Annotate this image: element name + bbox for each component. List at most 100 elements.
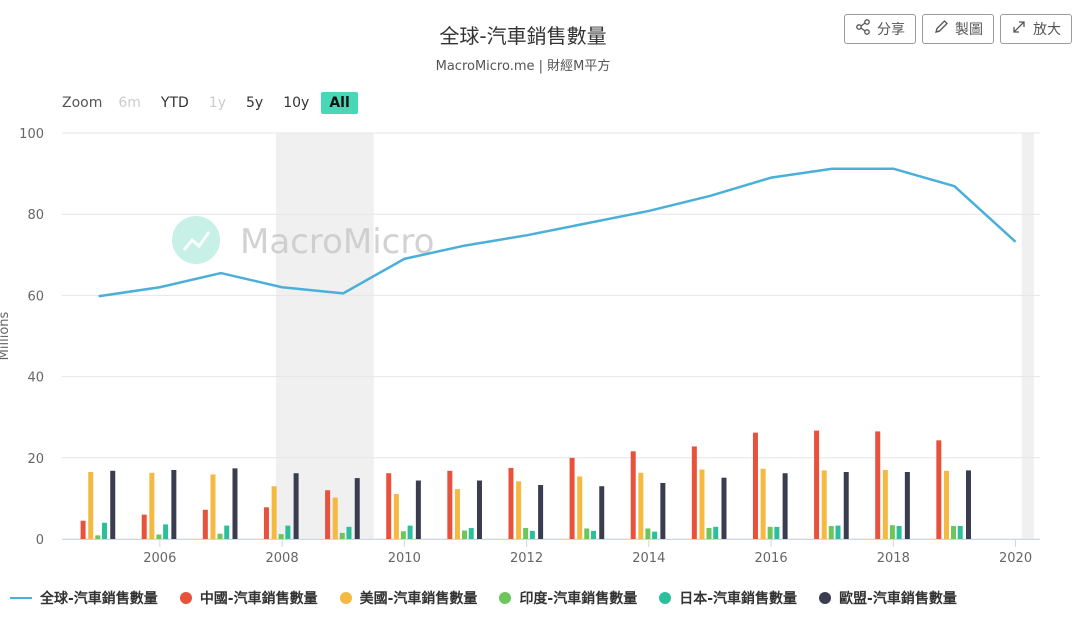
bar-4 bbox=[835, 525, 841, 539]
legend-dot-icon bbox=[659, 592, 672, 604]
bar-3 bbox=[889, 525, 895, 539]
watermark-text: MacroMicro bbox=[240, 222, 434, 262]
legend-item[interactable]: 美國-汽車銷售數量 bbox=[339, 588, 478, 608]
bar-3 bbox=[951, 526, 957, 539]
bar-1 bbox=[325, 490, 331, 539]
global-sales-line bbox=[98, 167, 1017, 298]
bar-5 bbox=[904, 472, 910, 539]
x-tick-label: 2016 bbox=[755, 551, 788, 566]
legend-label: 美國-汽車銷售數量 bbox=[359, 591, 478, 607]
x-tick-label: 2018 bbox=[877, 551, 910, 566]
recession-band bbox=[1021, 133, 1034, 539]
bar-3 bbox=[278, 534, 284, 539]
bar-3 bbox=[584, 528, 590, 539]
bar-4 bbox=[224, 525, 230, 539]
bar-1 bbox=[936, 440, 942, 539]
legend-label: 歐盟-汽車銷售數量 bbox=[839, 591, 957, 607]
bar-3 bbox=[645, 528, 651, 539]
bar-1 bbox=[80, 520, 86, 539]
bar-5 bbox=[354, 478, 360, 539]
bar-3 bbox=[95, 535, 101, 539]
legend-dot-icon bbox=[339, 592, 352, 604]
bar-2 bbox=[943, 470, 949, 539]
x-tick-label: 2012 bbox=[510, 551, 543, 566]
bar-1 bbox=[752, 432, 758, 539]
bar-3 bbox=[706, 528, 712, 539]
bar-5 bbox=[660, 482, 666, 539]
chart-area: 0 20 40 60 80 100 2006 2008 2010 2012 2014 2016 2018… bbox=[0, 127, 1040, 566]
legend-item[interactable]: 中國-汽車銷售數量 bbox=[179, 588, 318, 608]
bar-4 bbox=[957, 526, 963, 539]
bar-1 bbox=[447, 470, 453, 539]
bar-5 bbox=[415, 480, 421, 539]
bar-2 bbox=[577, 476, 583, 539]
y-tick-label: 20 bbox=[27, 452, 44, 467]
bar-2 bbox=[882, 469, 888, 539]
legend-label: 中國-汽車銷售數量 bbox=[199, 591, 318, 607]
bar-3 bbox=[156, 534, 162, 539]
bar-4 bbox=[285, 525, 291, 539]
legend-dot-icon bbox=[179, 592, 192, 604]
legend-label: 全球-汽車銷售數量 bbox=[40, 591, 158, 607]
bar-1 bbox=[875, 431, 881, 539]
bar-2 bbox=[393, 493, 399, 539]
bar-1 bbox=[569, 457, 575, 539]
legend-line-icon bbox=[10, 597, 32, 599]
bar-2 bbox=[760, 468, 766, 539]
bar-2 bbox=[88, 472, 94, 539]
bar-5 bbox=[171, 469, 177, 539]
bar-3 bbox=[400, 531, 406, 539]
bar-5 bbox=[721, 477, 727, 539]
bar-3 bbox=[828, 526, 834, 539]
legend-dot-icon bbox=[819, 592, 832, 604]
bar-2 bbox=[332, 497, 338, 539]
bar-2 bbox=[699, 469, 705, 539]
bar-4 bbox=[713, 526, 719, 539]
bar-4 bbox=[529, 530, 535, 539]
bar-4 bbox=[101, 522, 107, 539]
bar-5 bbox=[965, 470, 971, 539]
x-tick-label: 2008 bbox=[266, 551, 299, 566]
bar-5 bbox=[476, 480, 482, 539]
bar-4 bbox=[896, 526, 902, 539]
bar-1 bbox=[630, 451, 636, 539]
legend-item[interactable]: 印度-汽車銷售數量 bbox=[499, 588, 637, 608]
bar-2 bbox=[271, 486, 277, 539]
legend-item[interactable]: 日本-汽車銷售數量 bbox=[659, 588, 797, 608]
bar-2 bbox=[210, 474, 216, 539]
y-tick-label: 0 bbox=[36, 533, 44, 548]
bar-5 bbox=[843, 472, 849, 539]
bar-5 bbox=[599, 486, 605, 539]
bar-1 bbox=[263, 507, 269, 539]
y-tick-label: 80 bbox=[27, 208, 44, 223]
bar-3 bbox=[339, 532, 345, 539]
bar-5 bbox=[782, 473, 788, 539]
legend-label: 日本-汽車銷售數量 bbox=[679, 591, 798, 607]
bar-2 bbox=[454, 489, 460, 539]
bar-4 bbox=[346, 526, 352, 539]
y-tick-label: 100 bbox=[19, 127, 44, 142]
watermark: MacroMicro bbox=[172, 216, 434, 264]
bar-4 bbox=[652, 531, 658, 539]
bar-2 bbox=[149, 472, 155, 539]
bar-4 bbox=[407, 525, 413, 539]
bar-3 bbox=[767, 526, 773, 539]
bar-5 bbox=[293, 473, 299, 539]
bar-1 bbox=[141, 514, 147, 539]
bar-5 bbox=[232, 468, 238, 539]
legend-item[interactable]: 歐盟-汽車銷售數量 bbox=[819, 588, 957, 608]
x-tick-label: 2014 bbox=[632, 551, 665, 566]
bar-2 bbox=[638, 472, 644, 539]
bar-4 bbox=[590, 530, 596, 539]
bar-1 bbox=[691, 446, 697, 539]
legend-label: 印度-汽車銷售數量 bbox=[519, 591, 638, 607]
bar-3 bbox=[523, 528, 529, 539]
bar-4 bbox=[774, 526, 780, 539]
legend-item[interactable]: 全球-汽車銷售數量 bbox=[10, 588, 158, 608]
y-axis-title: Millions bbox=[0, 311, 12, 360]
bar-1 bbox=[814, 430, 820, 539]
x-tick-label: 2020 bbox=[999, 551, 1032, 566]
legend-dot-icon bbox=[499, 592, 512, 604]
x-tick-label: 2010 bbox=[388, 551, 421, 566]
bar-3 bbox=[462, 530, 468, 539]
